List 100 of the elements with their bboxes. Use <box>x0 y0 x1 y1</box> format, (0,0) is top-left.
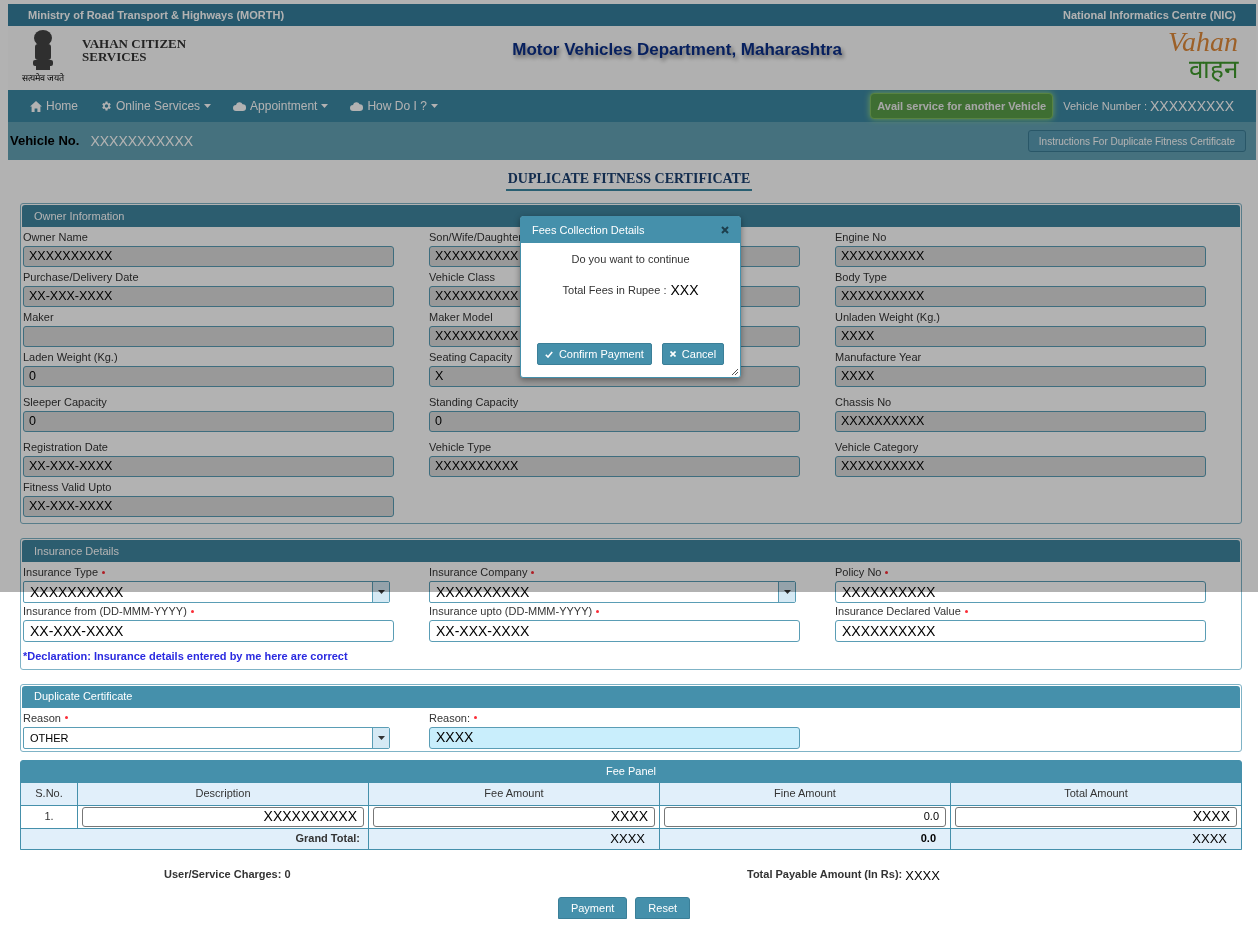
total-payable-value: XXXX <box>905 866 940 885</box>
grand-total-value: 0.0 <box>920 831 936 847</box>
field-label: Body Type <box>835 270 887 284</box>
vehicle-no-value: XXXXXXXXXXX <box>90 131 195 151</box>
field-label: Chassis No <box>835 395 892 409</box>
dropdown-field[interactable]: XXXXXXXXXX <box>23 581 390 603</box>
close-icon[interactable] <box>721 226 729 234</box>
input-field[interactable]: XX-XXX-XXXX <box>23 620 394 642</box>
field-label: Fitness Valid Upto <box>23 480 112 494</box>
caret-icon <box>783 590 791 594</box>
department-title: Motor Vehicles Department, Maharashtra <box>512 39 842 61</box>
dropdown-toggle[interactable] <box>372 582 389 602</box>
readonly-field: XXXXXXXXXX <box>835 456 1206 477</box>
cloud-icon <box>233 101 247 111</box>
readonly-field: XXXXXXXXXX <box>429 456 800 477</box>
field-label: Insurance Company <box>429 565 528 579</box>
field-label: Insurance from (DD-MMM-YYYY) <box>23 604 187 618</box>
caret-icon <box>377 590 385 594</box>
field-label: Reason <box>23 710 61 725</box>
field-label: Maker <box>23 310 54 324</box>
readonly-field: XX-XXX-XXXX <box>23 456 394 477</box>
readonly-field: XXXX <box>835 326 1206 347</box>
dropdown-toggle[interactable] <box>372 727 389 748</box>
dropdown-toggle[interactable] <box>778 582 795 602</box>
vehicle-number-label: Vehicle Number : <box>1063 98 1147 114</box>
field-label: Laden Weight (Kg.) <box>23 350 118 364</box>
column-header: Description <box>78 782 368 805</box>
field-label: Insurance upto (DD-MMM-YYYY) <box>429 604 593 618</box>
readonly-field: 0 <box>429 411 800 432</box>
caret-icon <box>204 104 212 108</box>
brand-text: VAHAN CITIZEN SERVICES <box>82 37 187 63</box>
form-button[interactable]: Reset <box>635 897 691 919</box>
readonly-field: 0 <box>23 366 394 387</box>
caret-icon <box>430 104 438 108</box>
dialog-button[interactable]: Cancel <box>661 343 725 365</box>
declaration-text: *Declaration: Insurance details entered by me here are correct <box>22 649 349 664</box>
dropdown-field[interactable]: OTHER <box>23 726 390 749</box>
readonly-field: XXXXXXXXXX <box>23 246 394 267</box>
fee-panel-title: Fee Panel <box>604 764 658 780</box>
service-charges-text: User/Service Charges: 0 <box>163 866 292 882</box>
readonly-field: XXXXXXXXXX <box>835 411 1206 432</box>
total-fees-value: XXX <box>670 280 699 300</box>
nav-link[interactable]: How Do I ? <box>350 97 438 115</box>
input-field[interactable]: XXXXXXXXXX <box>835 620 1206 642</box>
dialog-button[interactable]: Confirm Payment <box>536 343 652 365</box>
field-label: Owner Name <box>23 230 88 244</box>
vehicle-number-value: XXXXXXXXX <box>1149 96 1234 116</box>
column-header: Fine Amount <box>660 782 950 805</box>
dialog-message: Do you want to continue <box>570 252 691 267</box>
vehicle-no-label: Vehicle No. <box>10 132 80 151</box>
close-icon <box>669 351 676 357</box>
check-icon <box>544 350 553 358</box>
field-label: Insurance Type <box>23 565 98 579</box>
field-label: Standing Capacity <box>429 395 519 409</box>
amount-field[interactable]: 0.0 <box>664 806 946 827</box>
field-label: Son/Wife/Daughter <box>429 230 522 244</box>
total-payable-label: Total Payable Amount (In Rs): <box>747 866 903 882</box>
dropdown-field[interactable]: XXXXXXXXXX <box>429 581 796 603</box>
field-label: Vehicle Type <box>429 440 492 454</box>
field-label: Reason: <box>429 710 470 725</box>
total-fees-label: Total Fees in Rupee : <box>562 282 667 298</box>
section-header: Duplicate Certificate <box>22 685 1240 708</box>
readonly-field: XXXXXXXXXX <box>835 286 1206 307</box>
section-header: Insurance Details <box>22 540 1240 562</box>
field-label: Seating Capacity <box>429 350 513 364</box>
field-label: Purchase/Delivery Date <box>23 270 139 284</box>
input-field[interactable]: XXXXXXXXXX <box>835 581 1206 603</box>
field-label: Insurance Declared Value <box>835 604 961 618</box>
field-label: Registration Date <box>23 440 108 454</box>
readonly-field: XX-XXX-XXXX <box>23 496 394 517</box>
amount-field[interactable]: XXXXXXXXXX <box>82 806 364 827</box>
settings-icon <box>100 100 112 112</box>
column-header: S.No. <box>21 782 77 805</box>
table-cell: 1. <box>21 805 77 828</box>
motto-text: सत्यमेव जयते <box>21 73 65 83</box>
field-label: Policy No <box>835 565 882 579</box>
grand-total-label: Grand Total: <box>295 831 360 847</box>
field-label: Engine No <box>835 230 887 244</box>
amount-field[interactable]: XXXX <box>955 806 1237 827</box>
grand-total-value: XXXX <box>1192 829 1227 848</box>
readonly-field: XXXXXXXXXX <box>835 246 1206 267</box>
form-button[interactable]: Payment <box>557 897 628 919</box>
grand-total-value: XXXX <box>610 829 645 848</box>
field-label: Vehicle Category <box>835 440 919 454</box>
readonly-field: XXXX <box>835 366 1206 387</box>
ministry-text: Ministry of Road Transport & Highways (MORTH) <box>28 7 285 23</box>
input-field[interactable]: XX-XXX-XXXX <box>429 620 800 642</box>
caret-icon <box>377 735 385 740</box>
amount-field[interactable]: XXXX <box>373 806 655 827</box>
vahan-logo: Vahan वाहन <box>1168 26 1240 82</box>
page-title: DUPLICATE FITNESS CERTIFICATE <box>505 168 753 191</box>
nic-text: National Informatics Centre (NIC) <box>1063 7 1236 23</box>
cloud-icon <box>350 101 364 111</box>
readonly-field: XX-XXX-XXXX <box>23 286 394 307</box>
field-label: Vehicle Class <box>429 270 496 284</box>
column-header: Fee Amount <box>369 782 659 805</box>
field-label: Unladen Weight (Kg.) <box>835 310 940 324</box>
field-label: Sleeper Capacity <box>23 395 107 409</box>
home-icon <box>30 100 42 112</box>
input-field[interactable]: XXXX <box>429 726 800 749</box>
